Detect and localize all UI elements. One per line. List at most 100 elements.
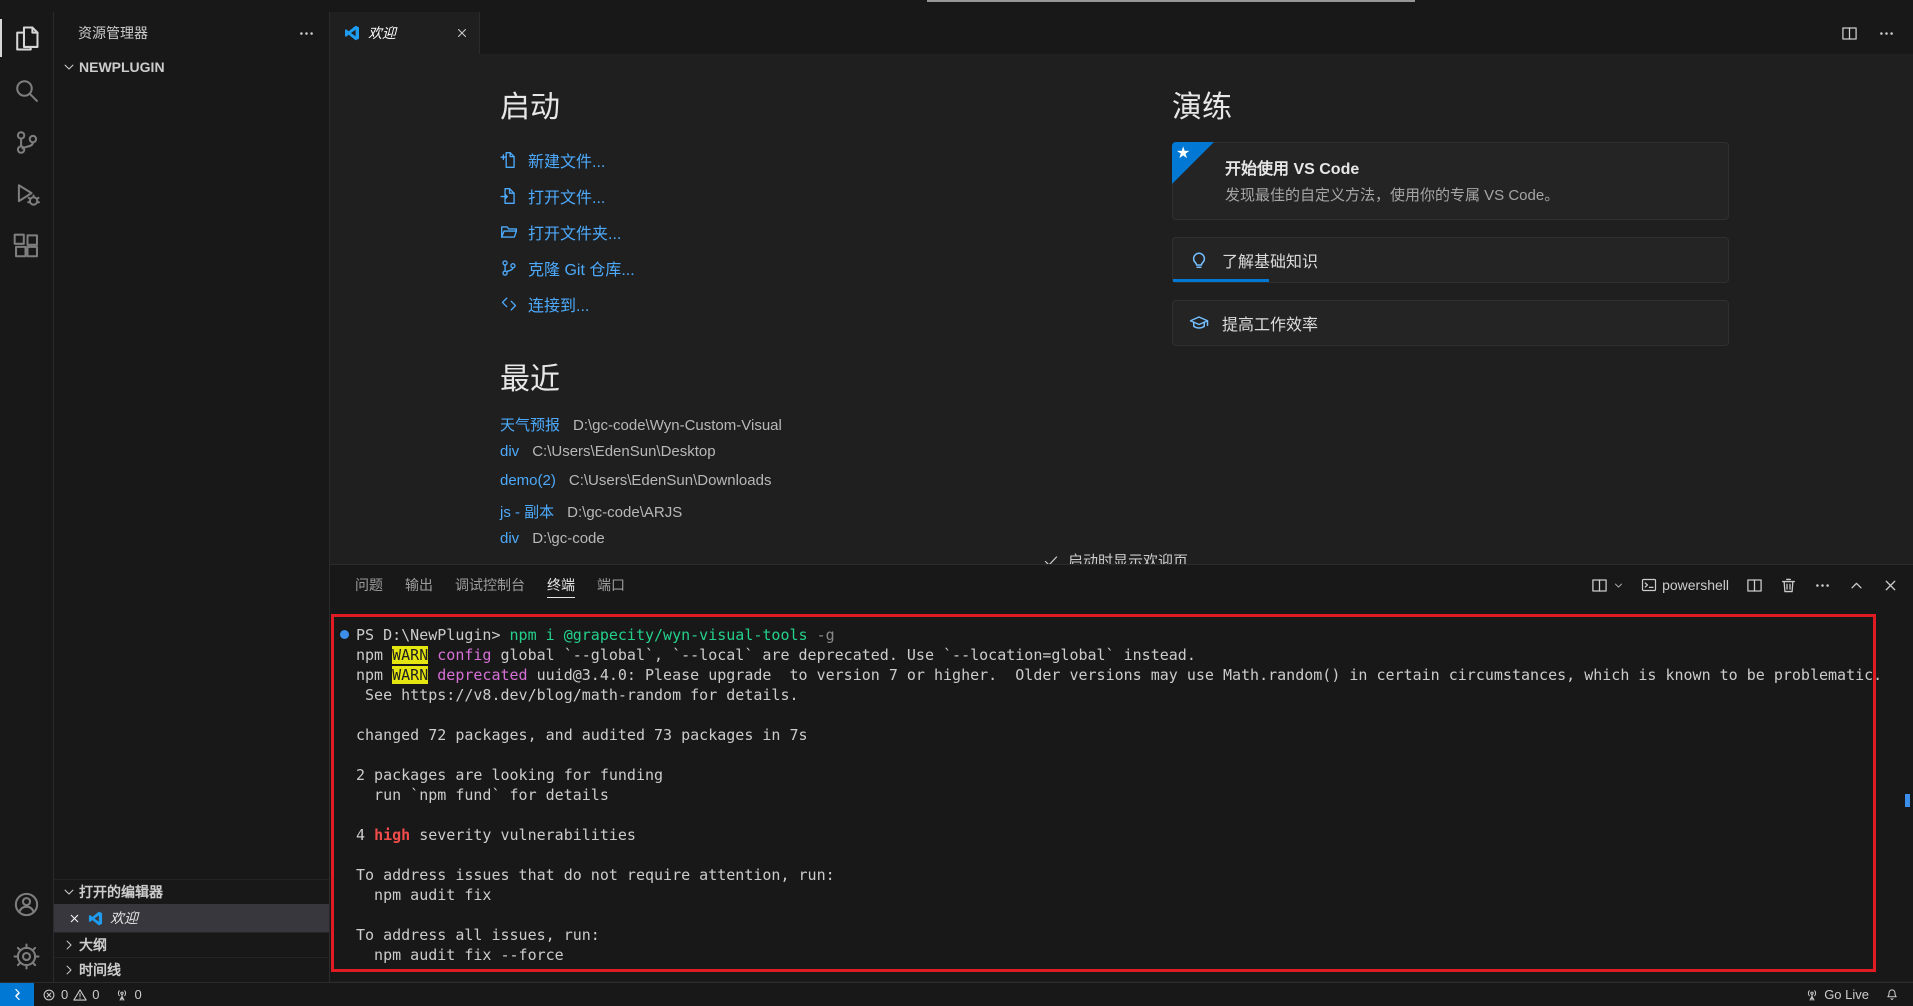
error-icon <box>42 988 56 1002</box>
activity-bar-extensions[interactable] <box>0 220 54 272</box>
panel-tab[interactable]: 问题 <box>344 565 394 605</box>
files-icon <box>13 25 40 52</box>
lightbulb-icon <box>1189 250 1209 270</box>
search-icon <box>13 77 40 104</box>
activity-bar-run-debug[interactable] <box>0 168 54 220</box>
close-panel-button[interactable] <box>1882 577 1899 594</box>
kill-terminal-button[interactable] <box>1780 577 1797 594</box>
vscode-logo-icon <box>344 25 360 41</box>
folder-section-newplugin[interactable]: NEWPLUGIN <box>54 54 329 79</box>
notifications-bell[interactable] <box>1877 988 1907 1002</box>
split-editor-icon[interactable] <box>1841 25 1858 42</box>
walkthrough-card[interactable]: 了解基础知识 <box>1172 237 1729 283</box>
explorer-sidebar: 资源管理器 NEWPLUGIN 打开的编辑器 欢迎 大纲 时间线 <box>54 12 330 982</box>
walkthrough-title: 了解基础知识 <box>1222 254 1319 271</box>
go-live-button[interactable]: Go Live <box>1797 987 1877 1002</box>
recent-item-name[interactable]: div <box>500 443 519 460</box>
recent-item-name[interactable]: demo(2) <box>500 472 556 489</box>
terminal-instance-powershell[interactable]: powershell <box>1641 577 1729 593</box>
open-editor-welcome[interactable]: 欢迎 <box>54 904 329 932</box>
activity-bar-settings[interactable] <box>0 930 54 982</box>
editor-more-actions-icon[interactable] <box>1878 25 1895 42</box>
terminal-line: 4 high severity vulnerabilities <box>356 826 636 844</box>
activity-bar-search[interactable] <box>0 64 54 116</box>
start-link-label: 连接到... <box>528 298 590 315</box>
bell-icon <box>1885 988 1899 1002</box>
recent-item-path: D:\gc-code\Wyn-Custom-Visual <box>573 417 782 434</box>
extensions-icon <box>13 233 40 260</box>
recent-heading: 最近 <box>500 363 560 396</box>
start-link[interactable]: 打开文件夹... <box>500 214 1060 250</box>
split-terminal-button[interactable] <box>1746 577 1763 594</box>
problems-status[interactable]: 0 0 <box>34 983 107 1006</box>
welcome-page: 启动 新建文件... 打开文件... 打开文件夹... 克隆 Git 仓库... 连接到… <box>330 54 1913 564</box>
start-link[interactable]: 克隆 Git 仓库... <box>500 250 1060 286</box>
tab-label: 欢迎 <box>368 25 396 41</box>
recent-item-name[interactable]: div <box>500 530 519 547</box>
activity-bar-accounts[interactable] <box>0 878 54 930</box>
walkthrough-card[interactable]: 提高工作效率 <box>1172 300 1729 346</box>
close-icon[interactable] <box>68 912 81 925</box>
title-bar <box>0 0 1913 12</box>
launch-profile-button[interactable] <box>1591 577 1624 594</box>
walkthrough-description: 发现最佳的自定义方法，使用你的专属 VS Code。 <box>1225 187 1560 204</box>
start-links: 新建文件... 打开文件... 打开文件夹... 克隆 Git 仓库... 连接到... <box>500 142 1060 322</box>
chevron-down-icon <box>62 885 76 899</box>
recent-item-name[interactable]: 天气预报 <box>500 414 560 435</box>
terminal-line: changed 72 packages, and audited 73 pack… <box>356 726 808 744</box>
git-clone-icon <box>500 259 518 277</box>
walkthroughs-heading: 演练 <box>1172 91 1232 124</box>
timeline-section[interactable]: 时间线 <box>54 957 329 982</box>
terminal-line: npm WARN deprecated uuid@3.4.0: Please u… <box>356 666 1883 684</box>
recent-item-path: C:\Users\EdenSun\Downloads <box>568 472 772 489</box>
run-debug-icon <box>13 181 40 208</box>
start-link-label: 打开文件夹... <box>528 226 622 243</box>
show-welcome-checkbox[interactable]: 启动时显示欢迎页 <box>1043 550 1188 564</box>
tab-welcome[interactable]: 欢迎 <box>330 12 480 54</box>
close-tab-icon[interactable] <box>455 26 469 40</box>
warning-icon <box>73 988 87 1002</box>
start-link[interactable]: 连接到... <box>500 286 1060 322</box>
more-actions-icon[interactable] <box>298 25 315 42</box>
broadcast-icon <box>1805 988 1819 1002</box>
warning-count: 0 <box>92 987 100 1002</box>
open-editors-section[interactable]: 打开的编辑器 <box>54 879 329 904</box>
terminal-line: See https://v8.dev/blog/math-random for … <box>356 686 799 704</box>
status-bar: 0 0 0 Go Live <box>0 982 1913 1006</box>
panel-more-actions-button[interactable] <box>1814 577 1831 594</box>
remote-indicator[interactable] <box>0 983 34 1006</box>
panel-tab[interactable]: 端口 <box>586 565 636 605</box>
panel-tab[interactable]: 调试控制台 <box>444 565 536 605</box>
command-decoration-dot[interactable] <box>340 630 349 639</box>
terminal-actions: powershell <box>1591 577 1899 594</box>
command-center-edge <box>927 0 1415 2</box>
terminal-line: PS D:\NewPlugin> npm i @grapecity/wyn-vi… <box>340 625 1913 645</box>
start-link[interactable]: 打开文件... <box>500 178 1060 214</box>
panel-tab[interactable]: 终端 <box>536 565 586 605</box>
terminal-output[interactable]: PS D:\NewPlugin> npm i @grapecity/wyn-vi… <box>330 605 1913 981</box>
recent-item: div D:\gc-code <box>500 530 1060 559</box>
recent-item-name[interactable]: js - 副本 <box>500 501 554 522</box>
chevron-right-icon <box>62 963 76 977</box>
bottom-panel: 问题 输出 调试控制台 终端 端口 powershell PS D:\NewPl… <box>330 564 1913 981</box>
panel-tab[interactable]: 输出 <box>394 565 444 605</box>
activity-bar-source-control[interactable] <box>0 116 54 168</box>
ports-status[interactable]: 0 <box>107 983 149 1006</box>
walkthrough-title: 开始使用 VS Code <box>1225 161 1360 178</box>
start-link[interactable]: 新建文件... <box>500 142 1060 178</box>
maximize-panel-button[interactable] <box>1848 577 1865 594</box>
go-live-label: Go Live <box>1824 987 1869 1002</box>
panel-tabs: 问题 输出 调试控制台 终端 端口 <box>344 565 636 605</box>
activity-bar-explorer[interactable] <box>0 12 54 64</box>
split-terminal-icon <box>1591 577 1608 594</box>
outline-section[interactable]: 大纲 <box>54 932 329 957</box>
check-icon <box>1043 553 1059 564</box>
recent-item-path: D:\gc-code\ARJS <box>567 504 683 521</box>
walkthrough-card[interactable]: 开始使用 VS Code 发现最佳的自定义方法，使用你的专属 VS Code。 <box>1172 142 1729 220</box>
radio-tower-icon <box>115 988 129 1002</box>
open-editors-label: 打开的编辑器 <box>79 884 163 900</box>
